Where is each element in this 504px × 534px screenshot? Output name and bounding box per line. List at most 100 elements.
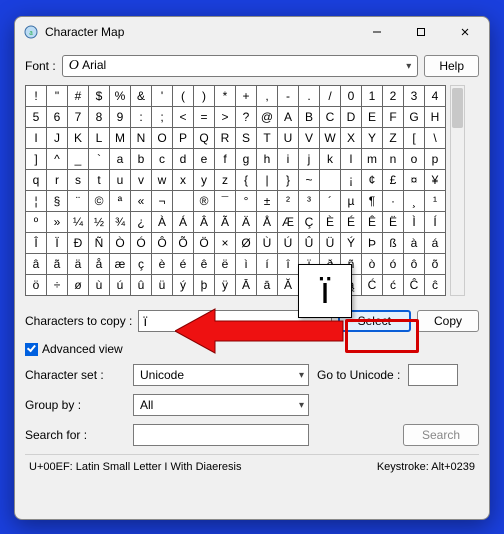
grid-cell[interactable]: T [256,127,277,148]
grid-cell[interactable]: _ [67,148,88,169]
grid-cell[interactable]: 5 [25,106,46,127]
grid-cell[interactable]: t [88,169,109,190]
grid-cell[interactable]: # [67,85,88,106]
grid-cell[interactable]: î [277,253,298,274]
character-grid[interactable]: !"#$%&'()*+,-./0123456789:;<=>?@ABCDEFGH… [25,85,446,296]
grid-cell[interactable]: æ [109,253,130,274]
grid-cell[interactable]: £ [382,169,403,190]
grid-cell[interactable]: ) [193,85,214,106]
grid-cell[interactable]: j [298,148,319,169]
grid-cell[interactable]: Ö [193,232,214,253]
grid-cell[interactable]: G [403,106,424,127]
grid-cell[interactable]: C [319,106,340,127]
grid-cell[interactable]: { [235,169,256,190]
grid-cell[interactable]: n [382,148,403,169]
grid-cell[interactable]: 7 [67,106,88,127]
grid-cell[interactable]: É [340,211,361,232]
grid-cell[interactable]: ] [25,148,46,169]
grid-cell[interactable]: M [109,127,130,148]
grid-cell[interactable]: ² [277,190,298,211]
grid-cell[interactable]: , [256,85,277,106]
grid-cell[interactable]: º [25,211,46,232]
grid-cell[interactable]: ĉ [424,274,445,295]
grid-cell[interactable]: Þ [361,232,382,253]
grid-cell[interactable]: o [403,148,424,169]
grid-cell[interactable]: W [319,127,340,148]
grid-cell[interactable]: 4 [424,85,445,106]
grid-cell[interactable]: ´ [319,190,340,211]
grid-cell[interactable]: $ [88,85,109,106]
groupby-select[interactable]: All ▾ [133,394,309,416]
grid-cell[interactable]: 8 [88,106,109,127]
grid-cell[interactable]: ë [214,253,235,274]
grid-cell[interactable]: × [214,232,235,253]
grid-cell[interactable]: ô [403,253,424,274]
grid-cell[interactable]: ! [25,85,46,106]
grid-cell[interactable]: ¯ [214,190,235,211]
grid-cell[interactable] [319,169,340,190]
search-input[interactable] [133,424,309,446]
help-button[interactable]: Help [424,55,479,77]
grid-cell[interactable]: g [235,148,256,169]
grid-cell[interactable]: Ø [235,232,256,253]
grid-cell[interactable]: 1 [361,85,382,106]
grid-cell[interactable]: å [88,253,109,274]
grid-cell[interactable]: D [340,106,361,127]
grid-cell[interactable]: ö [25,274,46,295]
grid-cell[interactable]: v [130,169,151,190]
grid-cell[interactable]: È [319,211,340,232]
grid-cell[interactable]: = [193,106,214,127]
grid-scrollbar[interactable] [450,85,465,296]
grid-cell[interactable]: L [88,127,109,148]
grid-cell[interactable]: x [172,169,193,190]
grid-cell[interactable]: Ð [67,232,88,253]
grid-cell[interactable]: Û [298,232,319,253]
advanced-view-checkbox[interactable] [25,343,38,356]
grid-cell[interactable]: Ï [46,232,67,253]
grid-cell[interactable]: m [361,148,382,169]
grid-cell[interactable]: ; [151,106,172,127]
grid-cell[interactable]: µ [340,190,361,211]
grid-cell[interactable]: Ú [277,232,298,253]
grid-cell[interactable]: Í [424,211,445,232]
grid-cell[interactable]: á [424,232,445,253]
grid-cell[interactable]: k [319,148,340,169]
grid-cell[interactable]: © [88,190,109,211]
grid-cell[interactable]: h [256,148,277,169]
grid-cell[interactable]: : [130,106,151,127]
grid-cell[interactable]: Y [361,127,382,148]
grid-cell[interactable]: ` [88,148,109,169]
grid-cell[interactable]: Q [193,127,214,148]
grid-cell[interactable]: % [109,85,130,106]
grid-cell[interactable]: Ò [109,232,130,253]
copy-button[interactable]: Copy [417,310,479,332]
grid-cell[interactable]: § [46,190,67,211]
grid-cell[interactable]: * [214,85,235,106]
grid-cell[interactable]: · [382,190,403,211]
grid-cell[interactable]: À [151,211,172,232]
grid-cell[interactable]: ® [193,190,214,211]
grid-cell[interactable]: Ô [151,232,172,253]
grid-cell[interactable]: Ä [235,211,256,232]
grid-cell[interactable]: I [25,127,46,148]
grid-cell[interactable]: ¾ [109,211,130,232]
grid-cell[interactable]: & [130,85,151,106]
grid-cell[interactable]: Ê [361,211,382,232]
grid-cell[interactable]: ( [172,85,193,106]
grid-cell[interactable]: E [361,106,382,127]
grid-cell[interactable]: - [277,85,298,106]
grid-cell[interactable]: y [193,169,214,190]
grid-cell[interactable]: ü [151,274,172,295]
grid-cell[interactable]: ¢ [361,169,382,190]
grid-cell[interactable]: Ù [256,232,277,253]
grid-cell[interactable]: q [25,169,46,190]
grid-cell[interactable]: Î [25,232,46,253]
search-button[interactable]: Search [403,424,479,446]
grid-cell[interactable]: Ý [340,232,361,253]
grid-cell[interactable]: ÿ [214,274,235,295]
grid-cell[interactable]: u [109,169,130,190]
grid-cell[interactable]: Ć [361,274,382,295]
grid-cell[interactable]: ° [235,190,256,211]
grid-cell[interactable]: ¬ [151,190,172,211]
grid-cell[interactable]: ß [382,232,403,253]
